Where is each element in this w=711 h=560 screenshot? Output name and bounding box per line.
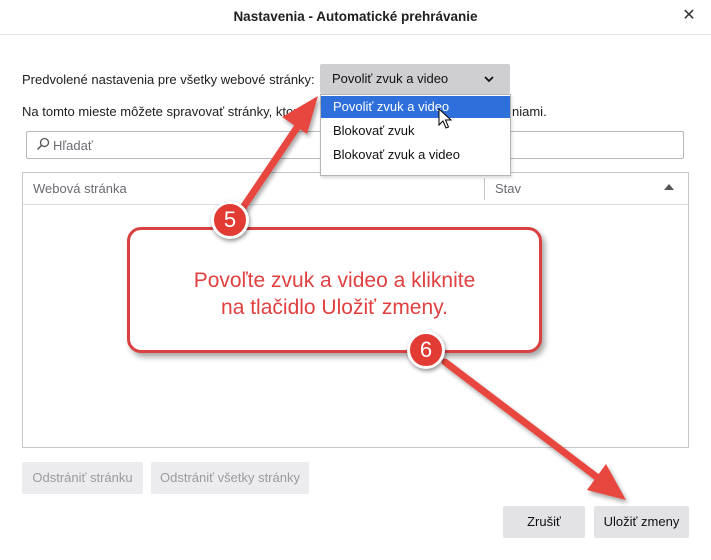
option-allow-audio-video[interactable]: Povoliť zvuk a video — [321, 96, 510, 118]
manage-sites-text: Na tomto mieste môžete spravovať stránky… — [22, 104, 547, 119]
remove-site-button[interactable]: Odstrániť stránku — [22, 462, 143, 494]
dialog-titlebar: Nastavenia - Automatické prehrávanie ✕ — [0, 0, 711, 35]
cancel-button[interactable]: Zrušiť — [503, 506, 585, 538]
option-block-audio-video[interactable]: Blokovať zvuk a video — [321, 144, 510, 166]
option-block-audio[interactable]: Blokovať zvuk — [321, 120, 510, 142]
callout-text: Povoľte zvuk a video a kliknite na tlači… — [130, 267, 539, 321]
select-value: Povoliť zvuk a video — [332, 71, 449, 86]
default-settings-label: Predvolené nastavenia pre všetky webové … — [22, 72, 315, 87]
remove-all-sites-button[interactable]: Odstrániť všetky stránky — [151, 462, 309, 494]
default-autoplay-select[interactable]: Povoliť zvuk a video — [320, 64, 510, 94]
instruction-callout: Povoľte zvuk a video a kliknite na tlači… — [127, 227, 542, 353]
column-header-website[interactable]: Webová stránka — [33, 181, 127, 196]
column-divider[interactable] — [484, 178, 485, 200]
callout-line-1: Povoľte zvuk a video a kliknite — [193, 269, 476, 292]
autoplay-options-list: Povoliť zvuk a video Blokovať zvuk Bloko… — [320, 94, 511, 176]
manage-text-start: Na tomto mieste môžete spravovať stránky… — [22, 104, 305, 119]
close-icon[interactable]: ✕ — [677, 4, 701, 28]
sort-ascending-icon[interactable] — [664, 184, 674, 190]
manage-text-end: niami. — [512, 104, 547, 119]
step-6-badge: 6 — [407, 331, 445, 369]
dialog-title: Nastavenia - Automatické prehrávanie — [233, 9, 478, 24]
save-changes-button[interactable]: Uložiť zmeny — [594, 506, 689, 538]
search-icon — [36, 137, 50, 151]
mouse-pointer-icon — [438, 108, 452, 129]
table-header: Webová stránka Stav — [23, 173, 688, 205]
step-5-badge: 5 — [211, 201, 249, 239]
column-header-status[interactable]: Stav — [495, 181, 521, 196]
callout-line-2: na tlačidlo Uložiť zmeny. — [221, 296, 448, 319]
